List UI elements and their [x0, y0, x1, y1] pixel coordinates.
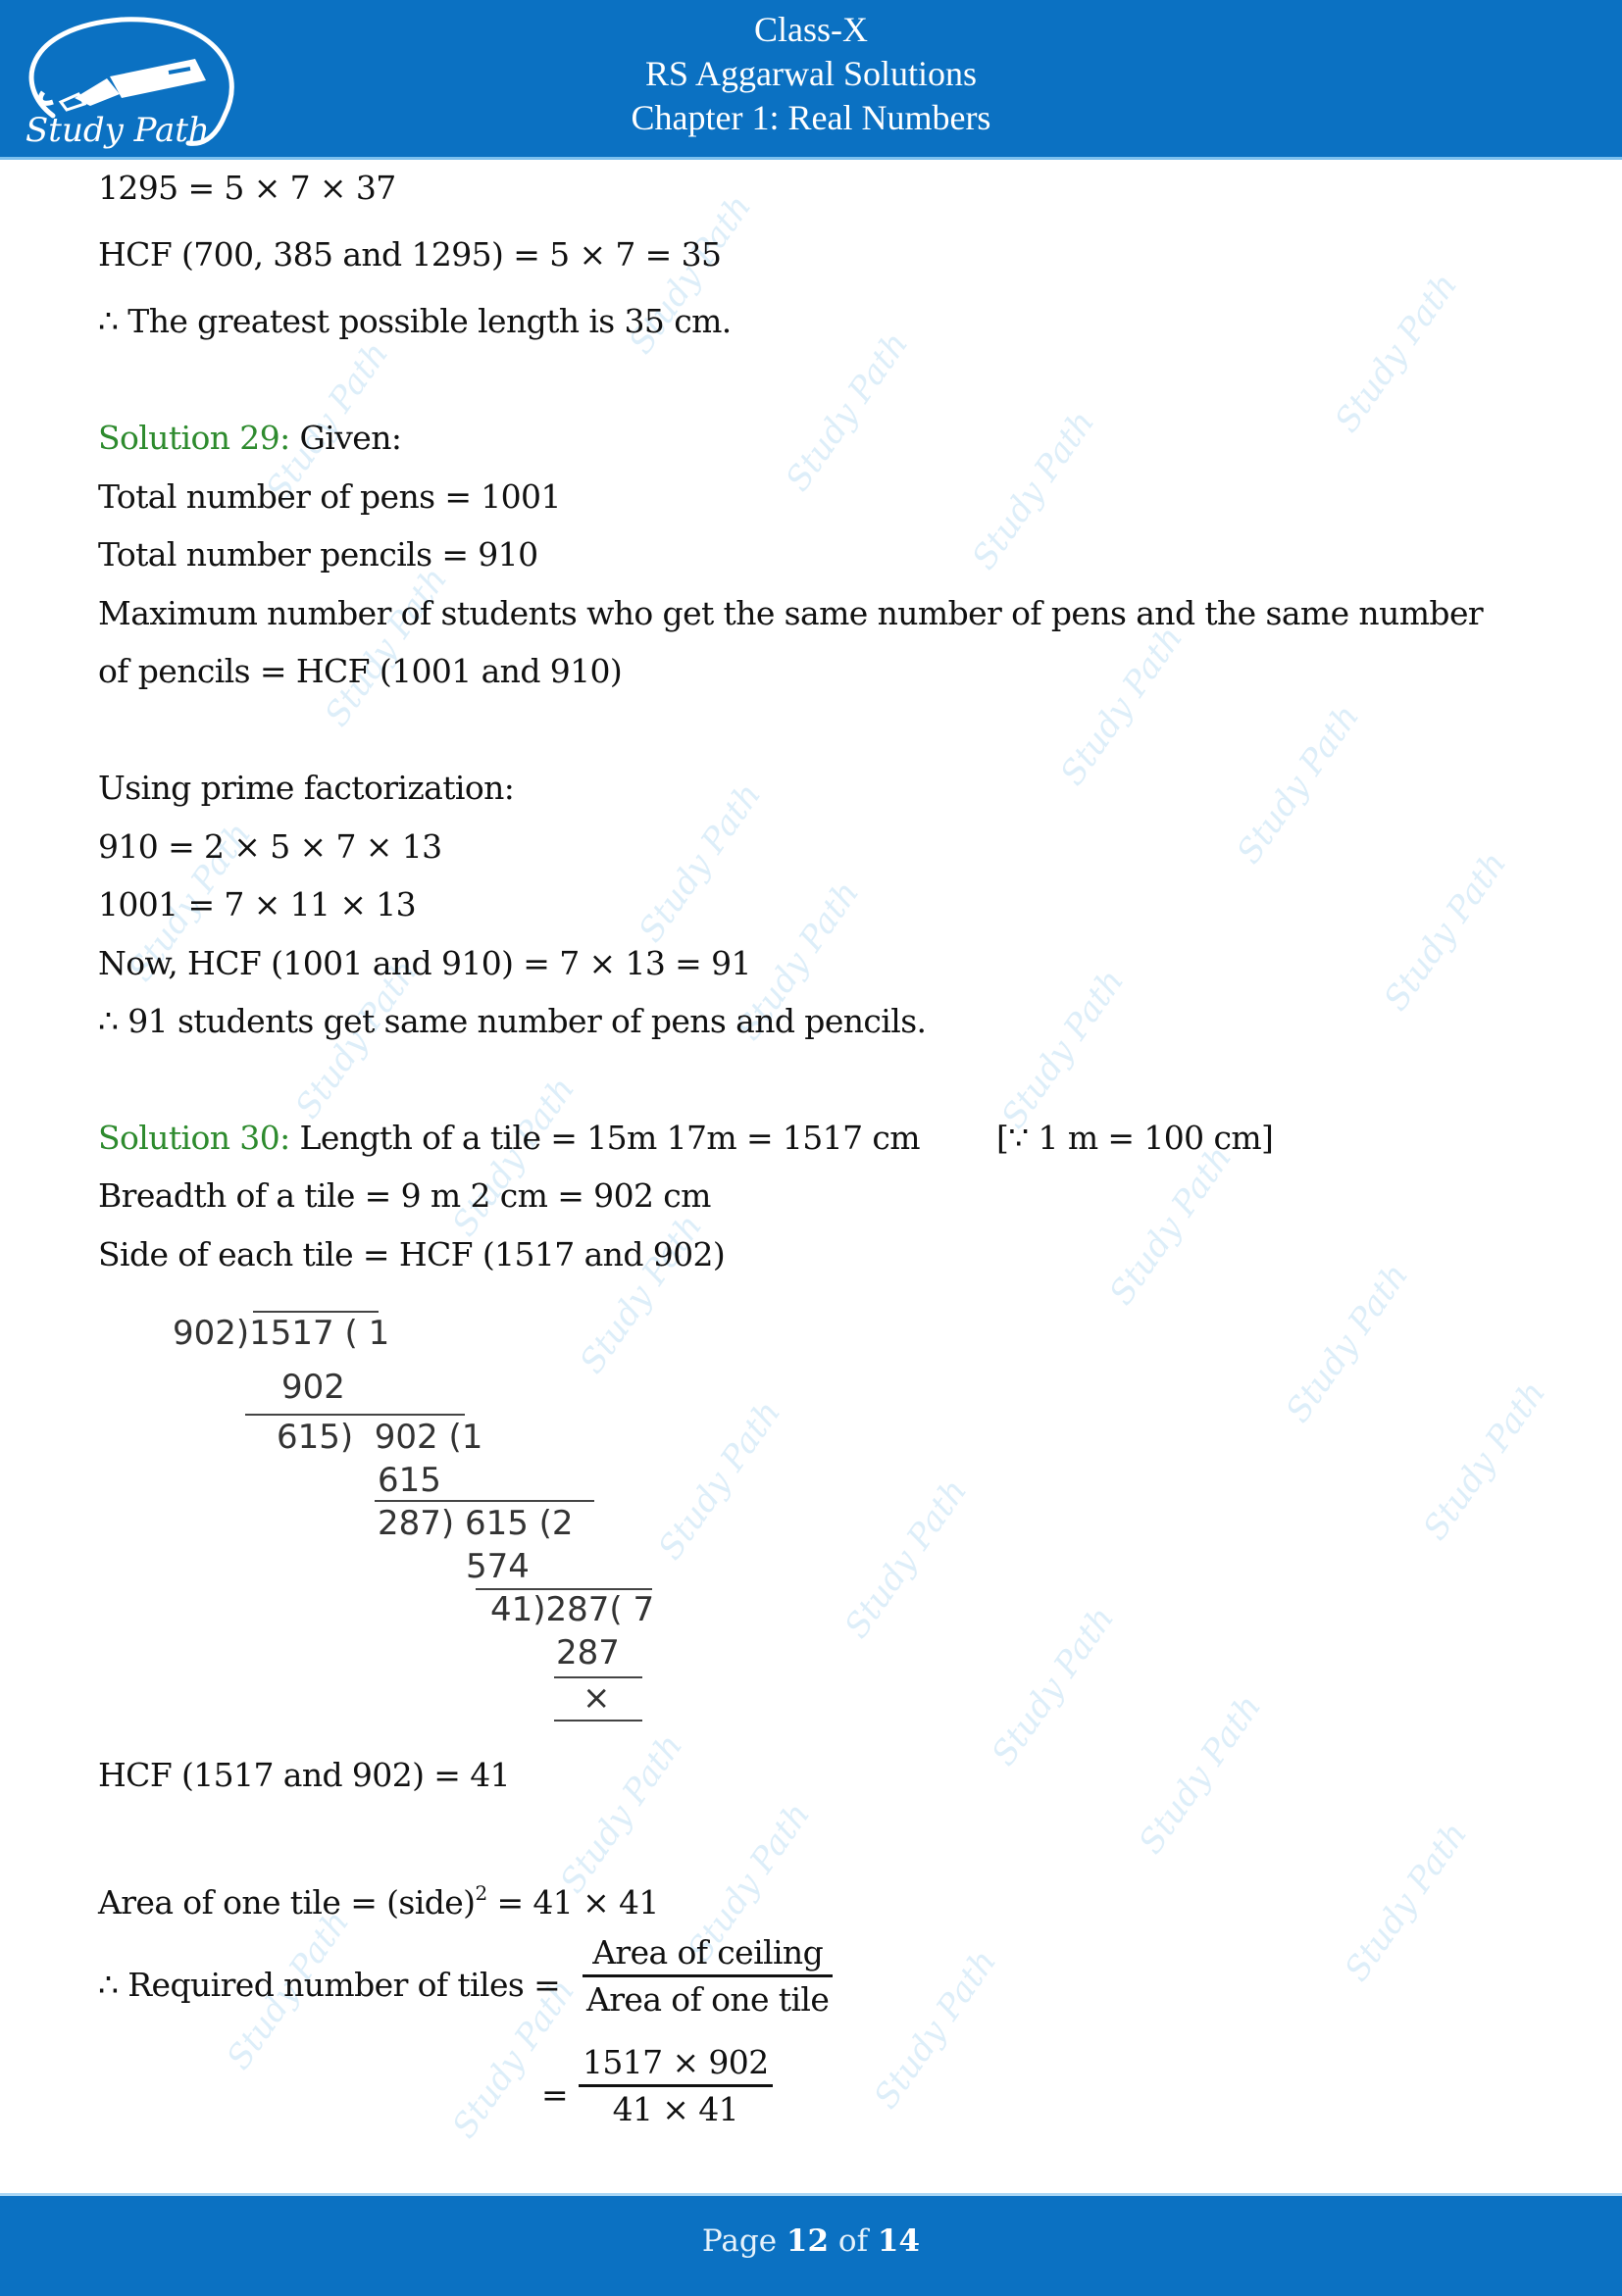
unit-conversion-note: [∵ 1 m = 100 cm] — [996, 1119, 1274, 1157]
page-footer: Page 12 of 14 — [0, 2193, 1622, 2296]
watermark-text: Study Path — [1327, 266, 1466, 440]
watermark-text: Study Path — [1131, 1687, 1270, 1862]
fraction-numerator: 1517 × 902 — [583, 2043, 769, 2081]
watermark-text: Study Path — [984, 1599, 1123, 1773]
division-row: 287 — [556, 1633, 620, 1672]
sol29-line: Total number of pens = 1001 — [98, 477, 561, 516]
page-word: Page — [701, 2223, 778, 2259]
division-row: 615 — [378, 1461, 441, 1500]
fraction-denominator: Area of one tile — [586, 1980, 830, 2019]
solution-29-intro: Given: — [289, 419, 402, 457]
sol29-line: 910 = 2 × 5 × 7 × 13 — [98, 827, 442, 866]
fraction-numeric: 1517 × 902 41 × 41 — [579, 2041, 773, 2132]
division-row: 902)1517 ( 1 — [173, 1314, 390, 1353]
sol30-line: Breadth of a tile = 9 m 2 cm = 902 cm — [98, 1176, 711, 1215]
hcf-700-385-1295: HCF (700, 385 and 1295) = 5 × 7 = 35 — [98, 235, 722, 274]
division-row: 615) 902 (1 — [277, 1418, 483, 1457]
of-word: of — [837, 2223, 869, 2259]
sol29-line: 1001 = 7 × 11 × 13 — [98, 885, 417, 923]
factorization-1295: 1295 = 5 × 7 × 37 — [98, 169, 396, 207]
book-title: RS Aggarwal Solutions — [644, 54, 978, 93]
sol29-line: Using prime factorization: — [98, 769, 515, 807]
watermark-text: Study Path — [1229, 697, 1368, 872]
solution-29-heading: Solution 29: Given: — [98, 419, 402, 458]
sol29-conclusion: ∴ 91 students get same number of pens an… — [98, 1002, 927, 1040]
sol29-line: Now, HCF (1001 and 910) = 7 × 13 = 91 — [98, 944, 751, 982]
class-title: Class-X — [754, 10, 868, 49]
watermark-text: Study Path — [1101, 1138, 1241, 1313]
fraction-numerator: Area of ceiling — [592, 1933, 824, 1972]
watermark-text: Study Path — [572, 1207, 711, 1381]
area-prefix: Area of one tile = (side) — [98, 1883, 476, 1922]
watermark-text: Study Path — [964, 403, 1103, 577]
watermark-text: Study Path — [1337, 1815, 1476, 1989]
fraction-area-ratio: Area of ceiling Area of one tile — [583, 1931, 834, 2022]
chapter-title: Chapter 1: Real Numbers — [631, 98, 991, 137]
solution-30-intro: Length of a tile = 15m 17m = 1517 cm — [289, 1119, 921, 1157]
sol29-line: of pencils = HCF (1001 and 910) — [98, 652, 623, 690]
division-overline — [253, 1311, 379, 1313]
solution-30-heading: Solution 30: Length of a tile = 15m 17m … — [98, 1119, 921, 1158]
watermark-text: Study Path — [631, 775, 770, 950]
division-row: 287) 615 (2 — [378, 1504, 574, 1543]
area-exponent: 2 — [475, 1881, 487, 1905]
sol28-conclusion: ∴ The greatest possible length is 35 cm. — [98, 302, 732, 340]
page-number: Page 12 of 14 — [0, 2223, 1622, 2259]
page-header: Study Path Class-X RS Aggarwal Solutions… — [0, 0, 1622, 160]
sol29-line: Maximum number of students who get the s… — [98, 594, 1484, 632]
header-titles: Class-X RS Aggarwal Solutions Chapter 1:… — [0, 8, 1622, 140]
watermark-text: Study Path — [317, 560, 456, 734]
division-row: 41)287( 7 — [490, 1590, 655, 1629]
fraction-denominator: 41 × 41 — [612, 2090, 739, 2128]
total-pages: 14 — [877, 2223, 921, 2259]
watermark-text: Study Path — [866, 1942, 1005, 2117]
division-rule — [554, 1720, 642, 1722]
division-row: 574 — [466, 1547, 530, 1586]
watermark-text: Study Path — [836, 1472, 976, 1646]
watermark-text: Study Path — [993, 962, 1133, 1136]
solution-29-label: Solution 29: — [98, 419, 290, 457]
current-page: 12 — [786, 2223, 830, 2259]
hcf-1517-902: HCF (1517 and 902) = 41 — [98, 1756, 511, 1794]
division-rule — [245, 1414, 465, 1416]
sol29-line: Total number pencils = 910 — [98, 535, 538, 574]
solution-30-label: Solution 30: — [98, 1119, 290, 1157]
watermark-text: Study Path — [778, 324, 917, 499]
area-of-one-tile: Area of one tile = (side)2 = 41 × 41 — [98, 1873, 659, 1922]
watermark-text: Study Path — [1278, 1256, 1417, 1430]
equals-sign: = — [541, 2075, 569, 2114]
division-row: × — [583, 1678, 611, 1718]
watermark-text: Study Path — [650, 1393, 789, 1568]
watermark-text: Study Path — [1376, 844, 1515, 1019]
division-rule — [375, 1500, 594, 1502]
area-suffix: = 41 × 41 — [486, 1883, 659, 1922]
required-tiles-label: ∴ Required number of tiles = — [98, 1966, 561, 2004]
sol30-line: Side of each tile = HCF (1517 and 902) — [98, 1235, 726, 1273]
watermark-text: Study Path — [1415, 1373, 1554, 1548]
watermark-text: Study Path — [1052, 619, 1191, 793]
division-row: 902 — [281, 1368, 345, 1407]
